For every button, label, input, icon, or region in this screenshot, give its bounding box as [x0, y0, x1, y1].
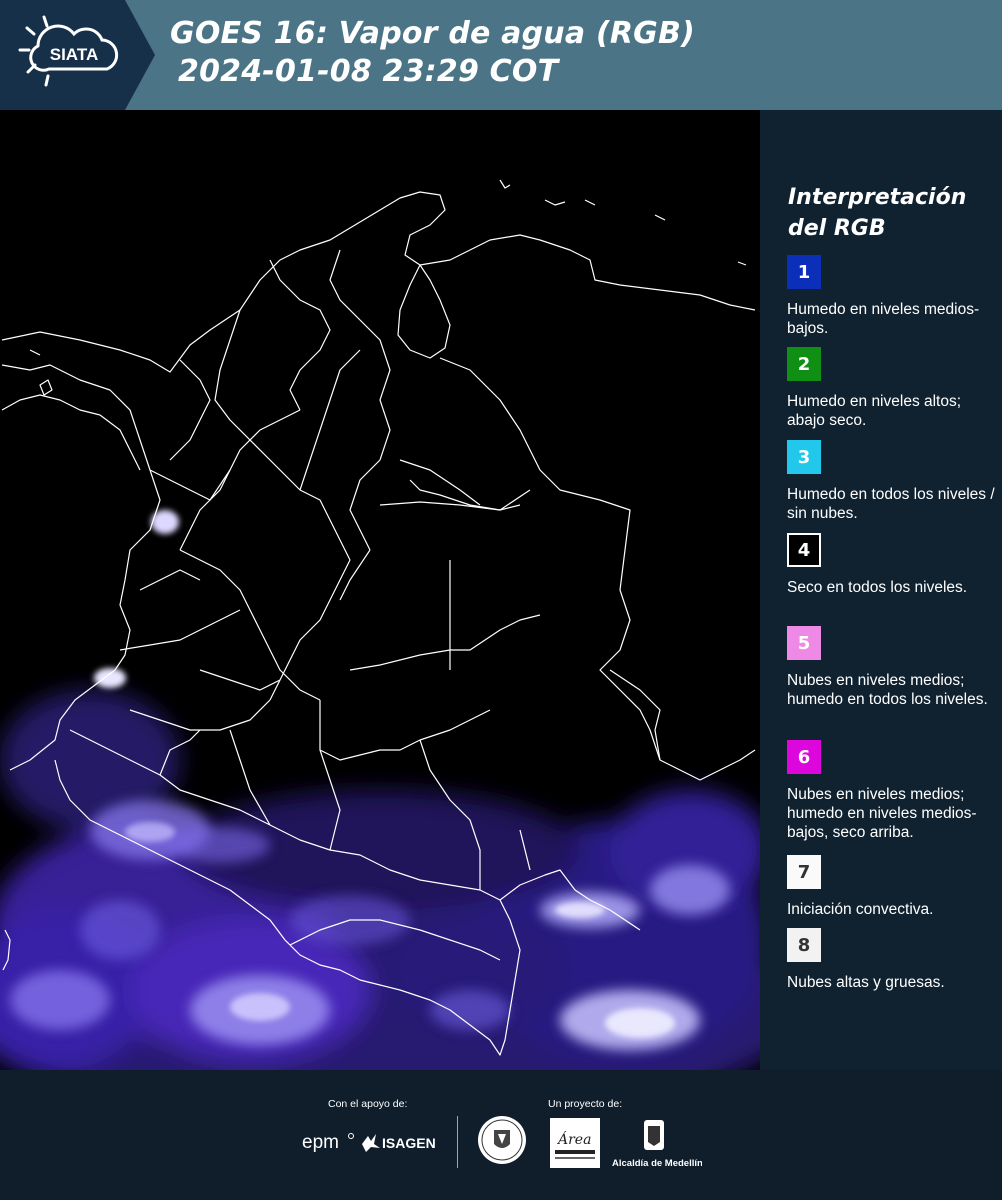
legend-text-3: Humedo en todos los niveles / sin nubes. [787, 486, 995, 522]
alcaldia-logo-text: Alcaldía de Medellín [612, 1158, 702, 1169]
legend-item-8: 8 Nubes altas y gruesas. [787, 928, 997, 992]
legend-swatch-6: 6 [787, 740, 821, 774]
legend-swatch-5: 5 [787, 626, 821, 660]
legend-swatch-2: 2 [787, 347, 821, 381]
legend-swatch-3: 3 [787, 440, 821, 474]
support-label: Con el apoyo de: [328, 1098, 408, 1110]
legend-text-8: Nubes altas y gruesas. [787, 974, 945, 991]
legend-title: Interpretación del RGB [788, 185, 967, 241]
legend-swatch-8: 8 [787, 928, 821, 962]
page-title: GOES 16: Vapor de agua (RGB) [170, 16, 695, 51]
area-metropolitana-logo: Área [550, 1118, 600, 1172]
legend-swatch-4: 4 [787, 533, 821, 567]
svg-text:Área: Área [556, 1130, 591, 1148]
epm-logo-text: epm [302, 1132, 339, 1153]
legend-item-5: 5 Nubes en niveles medios; humedo en todo… [787, 626, 997, 709]
legend-panel: Interpretación del RGB 1 Humedo en nivele… [760, 110, 1002, 1070]
alcaldia-medellin-logo: Alcaldía de Medellín [612, 1116, 703, 1176]
footer-bar: Con el apoyo de: Un proyecto de: epm ISA… [0, 1070, 1002, 1200]
legend-text-6: Nubes en niveles medios; humedo en nivel… [787, 786, 977, 841]
isagen-logo: ISAGEN [358, 1130, 448, 1160]
antioquia-seal-logo [476, 1114, 528, 1170]
footer-divider [457, 1116, 458, 1168]
siata-logo: SIATA [0, 0, 155, 110]
legend-swatch-1: 1 [787, 255, 821, 289]
legend-text-2: Humedo en niveles altos; abajo seco. [787, 393, 962, 429]
page-timestamp: 2024-01-08 23:29 COT [178, 54, 559, 89]
legend-item-4: 4 Seco en todos los niveles. [787, 533, 997, 597]
epm-logo: epm [302, 1130, 362, 1160]
legend-item-7: 7 Iniciación convectiva. [787, 855, 997, 919]
satellite-map[interactable] [0, 110, 760, 1070]
header-bar: SIATA GOES 16: Vapor de agua (RGB) 2024-… [0, 0, 1002, 110]
legend-item-6: 6 Nubes en niveles medios; humedo en nive… [787, 740, 997, 842]
legend-text-4: Seco en todos los niveles. [787, 579, 968, 596]
legend-item-1: 1 Humedo en niveles medios-bajos. [787, 255, 997, 338]
legend-swatch-7: 7 [787, 855, 821, 889]
legend-item-3: 3 Humedo en todos los niveles / sin nubes… [787, 440, 997, 523]
siata-logo-text: SIATA [50, 45, 98, 64]
project-label: Un proyecto de: [548, 1098, 623, 1110]
legend-item-2: 2 Humedo en niveles altos; abajo seco. [787, 347, 997, 430]
isagen-logo-text: ISAGEN [382, 1135, 436, 1151]
legend-text-5: Nubes en niveles medios; humedo en todos… [787, 672, 988, 708]
legend-text-7: Iniciación convectiva. [787, 901, 934, 918]
legend-text-1: Humedo en niveles medios-bajos. [787, 301, 980, 337]
